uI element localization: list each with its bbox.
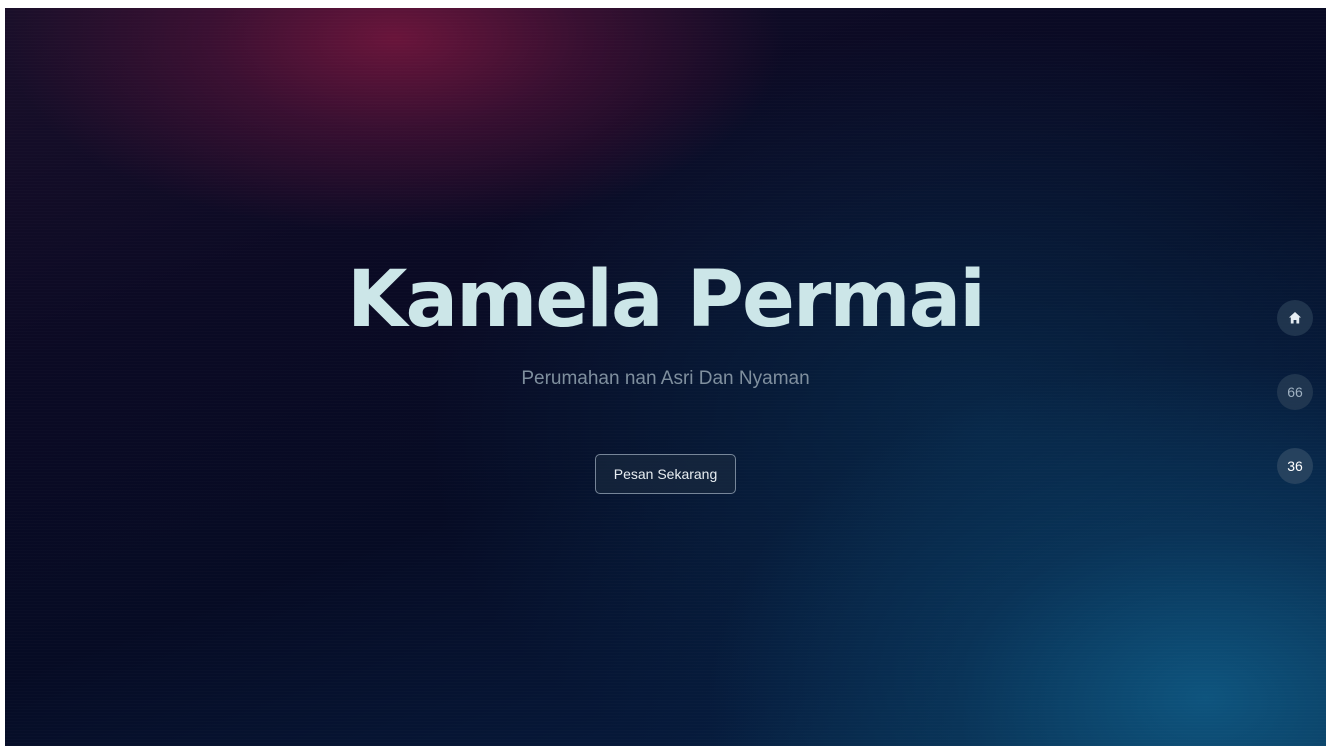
nav-item-36[interactable]: 36 xyxy=(1277,448,1313,484)
nav-home-button[interactable] xyxy=(1277,300,1313,336)
hero-background: Kamela Permai Perumahan nan Asri Dan Nya… xyxy=(5,8,1326,746)
home-icon xyxy=(1288,311,1302,325)
nav-item-66[interactable]: 66 xyxy=(1277,374,1313,410)
hero-subtitle: Perumahan nan Asri Dan Nyaman xyxy=(521,367,810,389)
hero-section: Kamela Permai Perumahan nan Asri Dan Nya… xyxy=(5,255,1326,494)
hero-title: Kamela Permai xyxy=(347,255,986,345)
side-navigation: 66 36 xyxy=(1277,300,1313,484)
order-now-button[interactable]: Pesan Sekarang xyxy=(594,453,737,494)
